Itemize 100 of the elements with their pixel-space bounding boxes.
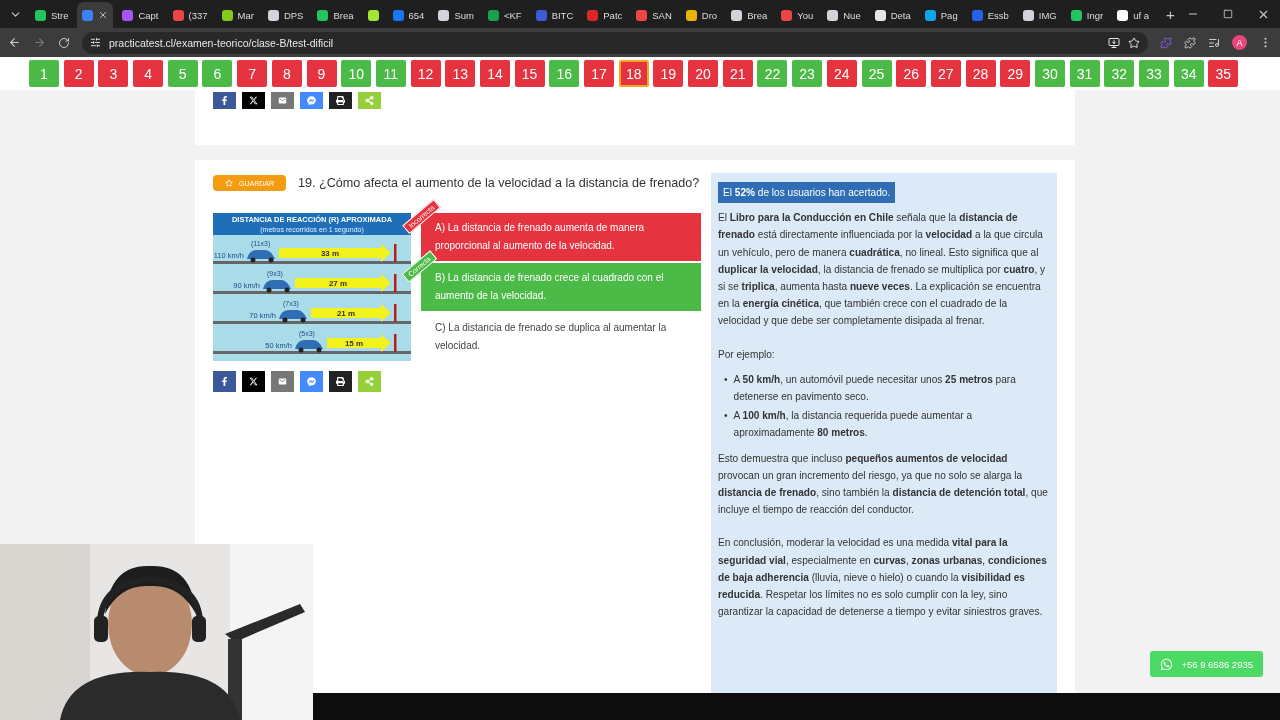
browser-tab[interactable]: SAN	[631, 2, 677, 28]
question-number-button[interactable]: 14	[479, 60, 510, 87]
browser-tab[interactable]: Capt	[117, 2, 164, 28]
browser-tab[interactable]: Pag	[919, 2, 963, 28]
browser-tab[interactable]: Dro	[680, 2, 723, 28]
question-number-button[interactable]: 23	[792, 60, 823, 87]
question-title: 19. ¿Cómo afecta el aumento de la velocidad a la distancia de frenado?	[298, 176, 700, 190]
tab-title: SAN	[652, 9, 672, 21]
question-number-button[interactable]: 33	[1139, 60, 1169, 87]
install-icon[interactable]	[1108, 36, 1120, 49]
question-number-button[interactable]: 27	[930, 60, 961, 87]
question-number-button[interactable]: 2	[63, 60, 94, 87]
x-share-button[interactable]	[242, 92, 265, 109]
question-number-button[interactable]: 15	[514, 60, 545, 87]
browser-tab[interactable]: DPS	[262, 2, 309, 28]
distance-label: 27 m	[328, 279, 348, 288]
browser-tab[interactable]: Nue	[822, 2, 866, 28]
messenger-share-button[interactable]	[300, 92, 323, 109]
bookmark-star-icon[interactable]	[1128, 36, 1140, 49]
email-share-button[interactable]	[271, 92, 294, 109]
question-number-button[interactable]: 1	[29, 60, 59, 87]
messenger-share-button[interactable]	[300, 371, 323, 392]
question-number-button[interactable]: 13	[445, 60, 476, 87]
print-share-button[interactable]	[329, 92, 352, 109]
question-number-button[interactable]: 19	[653, 60, 684, 87]
x-share-button[interactable]	[242, 371, 265, 392]
reload-icon[interactable]	[58, 36, 70, 49]
browser-tab[interactable]: Ingr	[1065, 2, 1109, 28]
profile-avatar[interactable]: A	[1232, 35, 1247, 50]
question-number-button[interactable]: 31	[1069, 60, 1100, 87]
explanation-paragraph: Por ejemplo:	[718, 347, 776, 362]
tab-title: Brea	[747, 9, 768, 21]
browser-tab[interactable]: Brea	[312, 2, 359, 28]
question-number-button[interactable]: 10	[341, 60, 372, 87]
question-number-button[interactable]: 16	[549, 60, 580, 87]
question-number-button[interactable]: 6	[202, 60, 233, 87]
star-icon	[225, 179, 233, 187]
question-number-button[interactable]: 8	[271, 60, 302, 87]
site-settings-icon[interactable]	[90, 37, 101, 48]
question-number-button[interactable]: 34	[1173, 60, 1204, 87]
facebook-share-button[interactable]	[213, 371, 236, 392]
close-icon[interactable]	[98, 10, 109, 20]
browser-tab[interactable]: 654	[387, 2, 430, 28]
question-number-button[interactable]: 25	[861, 60, 892, 87]
browser-tab[interactable]: BITC	[530, 2, 579, 28]
browser-tab[interactable]: IMG	[1017, 2, 1062, 28]
question-number-button[interactable]: 32	[1104, 60, 1135, 87]
question-number-button[interactable]: 22	[757, 60, 788, 87]
question-number-button[interactable]: 12	[410, 60, 441, 87]
tab-title: Deta	[890, 9, 911, 21]
question-number-button[interactable]: 17	[584, 60, 614, 87]
tab-title: Pag	[940, 9, 958, 21]
media-icon[interactable]	[1208, 36, 1220, 49]
question-number-button[interactable]: 20	[688, 60, 719, 87]
email-share-button[interactable]	[271, 371, 294, 392]
new-tab-button[interactable]: +	[1166, 5, 1175, 23]
browser-tab[interactable]: You	[776, 2, 819, 28]
browser-tab[interactable]: uf a	[1112, 2, 1154, 28]
question-number-button[interactable]: 28	[965, 60, 996, 87]
facebook-icon	[220, 96, 229, 105]
question-number-button[interactable]: 26	[896, 60, 927, 87]
question-number-button[interactable]: 21	[722, 60, 753, 87]
browser-tab[interactable]: <KF	[482, 2, 527, 28]
browser-tab[interactable]: Brea	[726, 2, 773, 28]
question-number-button[interactable]: 35	[1208, 60, 1239, 87]
tab-title: uf a	[1133, 9, 1149, 21]
question-number-button[interactable]: 11	[375, 60, 406, 87]
facebook-share-button[interactable]	[213, 92, 236, 109]
question-number-button[interactable]: 30	[1034, 60, 1065, 87]
tab-title: You	[797, 9, 814, 21]
question-number-button[interactable]: 4	[133, 60, 164, 87]
question-number-button[interactable]: 5	[167, 60, 198, 87]
extensions-icon[interactable]	[1184, 36, 1196, 49]
share-icon	[365, 377, 374, 386]
question-number-button[interactable]: 18	[618, 60, 649, 87]
browser-tab[interactable]: Mar	[216, 2, 259, 28]
success-rate-badge: El 52% de los usuarios han acertado.	[718, 182, 896, 204]
browser-tab[interactable]: Essb	[966, 2, 1014, 28]
restore-icon[interactable]	[1223, 9, 1233, 19]
answer-option[interactable]: C) La distancia de frenado se duplica al aumentar la velocidad.	[421, 313, 701, 361]
email-icon	[278, 96, 287, 105]
list-bullet: •	[724, 372, 728, 387]
question-number-button[interactable]: 9	[306, 60, 337, 87]
tab-title: Nue	[843, 9, 861, 21]
tab-title: (337	[188, 9, 208, 21]
tab-title: Mar	[237, 9, 254, 21]
browser-tab[interactable]: Sum	[433, 2, 479, 28]
browser-tab[interactable]: (337	[167, 2, 213, 28]
question-number-button[interactable]: 24	[826, 60, 857, 87]
forward-icon[interactable]	[33, 36, 46, 49]
browser-tab[interactable]: Patc	[582, 2, 628, 28]
question-number-button[interactable]: 7	[237, 60, 268, 87]
question-number-button[interactable]: 3	[98, 60, 129, 87]
address-bar[interactable]: practicatest.cl/examen-teorico/clase-B/test-dificil	[82, 31, 1148, 54]
browser-tab[interactable]	[77, 2, 114, 28]
browser-tab[interactable]: Stre	[30, 2, 74, 28]
question-number-button[interactable]: 29	[1000, 60, 1031, 87]
back-icon[interactable]	[8, 36, 21, 49]
browser-tab[interactable]: Deta	[869, 2, 916, 28]
print-share-button[interactable]	[329, 371, 352, 392]
